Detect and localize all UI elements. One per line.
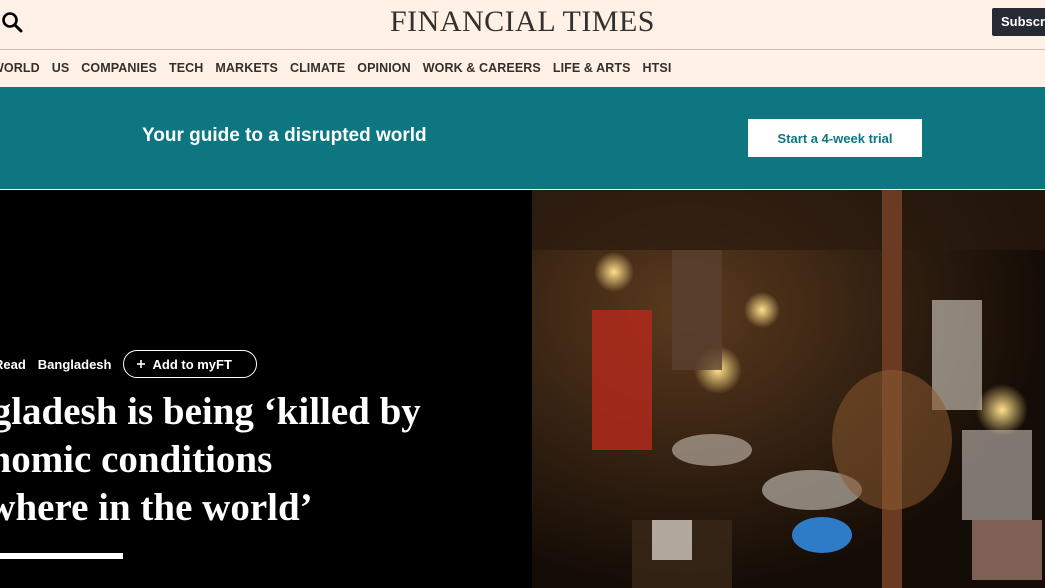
nav-item-work-careers[interactable]: WORK & CAREERS <box>423 61 541 75</box>
hero-article: Read Bangladesh Add to myFT ngladesh is … <box>0 190 532 588</box>
top-bar: FINANCIAL TIMES Subscribe <box>0 0 1045 50</box>
nav-item-climate[interactable]: CLIMATE <box>290 61 345 75</box>
article-meta: Read Bangladesh Add to myFT <box>0 350 257 378</box>
promo-text: Your guide to a disrupted world <box>142 125 427 146</box>
nav-item-tech[interactable]: TECH <box>169 61 203 75</box>
headline-line-3: ewhere in the world’ <box>0 486 313 529</box>
add-to-myft-label: Add to myFT <box>152 356 232 372</box>
nav-item-life-arts[interactable]: LIFE & ARTS <box>553 61 631 75</box>
market-photo <box>532 190 1045 588</box>
nav-item-markets[interactable]: MARKETS <box>215 61 278 75</box>
hero-image[interactable] <box>532 190 1045 588</box>
article-headline[interactable]: ngladesh is being ‘killed by onomic cond… <box>0 388 530 532</box>
article-tag-topic[interactable]: Bangladesh <box>38 357 112 372</box>
headline-line-1: ngladesh is being ‘killed by <box>0 390 421 433</box>
headline-underline-bar <box>0 553 123 559</box>
main-nav: WORLD US COMPANIES TECH MARKETS CLIMATE … <box>0 50 684 86</box>
nav-item-opinion[interactable]: OPINION <box>357 61 410 75</box>
headline-line-2: onomic conditions <box>0 438 273 481</box>
masthead-logo[interactable]: FINANCIAL TIMES <box>0 4 1045 40</box>
start-trial-button[interactable]: Start a 4-week trial <box>748 119 922 157</box>
nav-item-world[interactable]: WORLD <box>0 61 40 75</box>
nav-item-companies[interactable]: COMPANIES <box>81 61 157 75</box>
nav-item-us[interactable]: US <box>52 61 70 75</box>
subscribe-button[interactable]: Subscribe <box>992 8 1045 36</box>
article-tag-read[interactable]: Read <box>0 357 26 372</box>
plus-icon <box>137 360 146 368</box>
add-to-myft-button[interactable]: Add to myFT <box>123 350 257 378</box>
nav-item-htsi[interactable]: HTSI <box>643 61 672 75</box>
